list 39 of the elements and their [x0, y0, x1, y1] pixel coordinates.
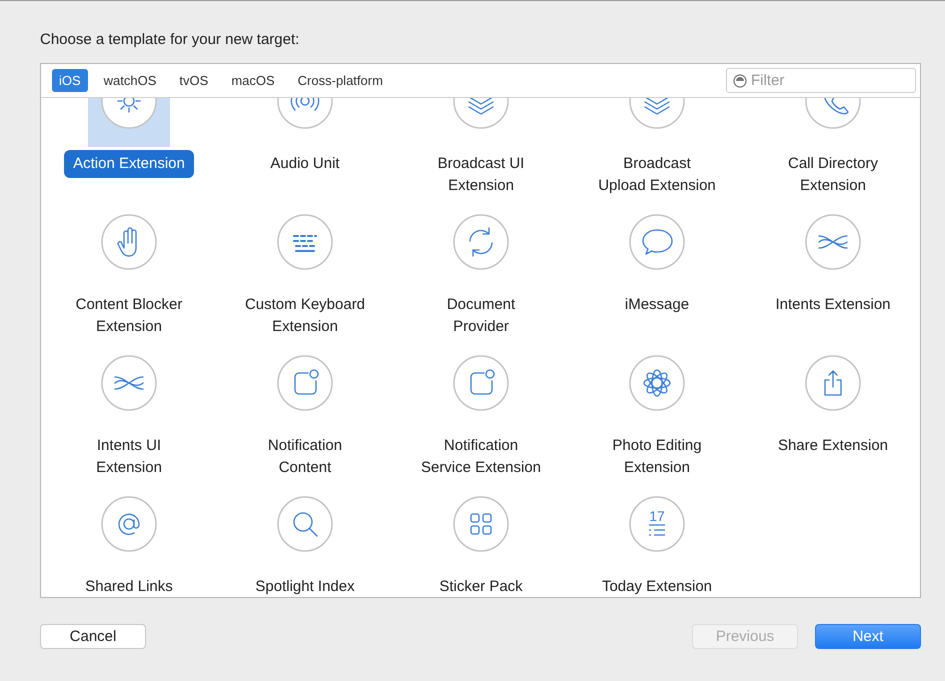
- template-label[interactable]: Notification Content: [258, 432, 352, 482]
- at-sign-icon: [101, 496, 157, 552]
- dialog-heading: Choose a template for your new target:: [40, 30, 300, 50]
- template-label[interactable]: Shared Links: [76, 573, 182, 597]
- template-label[interactable]: Notification Service Extension: [412, 432, 550, 482]
- search-icon: [277, 496, 333, 552]
- wave-lines-icon: [805, 214, 861, 270]
- template-label[interactable]: Intents UI Extension: [87, 432, 171, 482]
- template-label[interactable]: Photo Editing Extension: [603, 432, 711, 482]
- speech-bubble-icon: [629, 214, 685, 270]
- template-label[interactable]: Action Extension: [64, 150, 194, 178]
- platform-tab[interactable]: Cross-platform: [290, 69, 390, 92]
- platform-tab[interactable]: tvOS: [172, 69, 216, 92]
- platform-tab[interactable]: macOS: [224, 69, 282, 92]
- wave-lines-icon: [101, 355, 157, 411]
- keyboard-icon: [277, 214, 333, 270]
- template-label[interactable]: iMessage: [616, 291, 698, 319]
- template-label[interactable]: Custom Keyboard Extension: [236, 291, 374, 341]
- template-label[interactable]: Broadcast Upload Extension: [589, 150, 725, 200]
- template-label[interactable]: Call Directory Extension: [778, 150, 887, 200]
- template-label[interactable]: Share Extension: [768, 432, 898, 460]
- template-label[interactable]: Content Blocker Extension: [66, 291, 192, 341]
- refresh-arrows-icon: [453, 214, 509, 270]
- platform-tab[interactable]: watchOS: [96, 69, 164, 92]
- calendar-icon: 17: [629, 496, 685, 552]
- cancel-button[interactable]: Cancel: [40, 624, 146, 649]
- template-label[interactable]: Sticker Pack: [430, 573, 532, 597]
- hand-icon: [101, 214, 157, 270]
- four-squares-icon: [453, 496, 509, 552]
- template-label[interactable]: Spotlight Index: [246, 573, 364, 597]
- template-label[interactable]: Document Provider: [438, 291, 524, 341]
- template-label[interactable]: Broadcast UI Extension: [428, 150, 534, 200]
- template-label[interactable]: Today Extension: [592, 573, 722, 597]
- filter-icon: [733, 74, 747, 88]
- template-label[interactable]: Audio Unit: [261, 150, 349, 178]
- share-icon: [805, 355, 861, 411]
- template-label[interactable]: Intents Extension: [766, 291, 900, 319]
- platform-tab[interactable]: iOS: [52, 69, 88, 92]
- filter-field[interactable]: Filter: [726, 68, 916, 93]
